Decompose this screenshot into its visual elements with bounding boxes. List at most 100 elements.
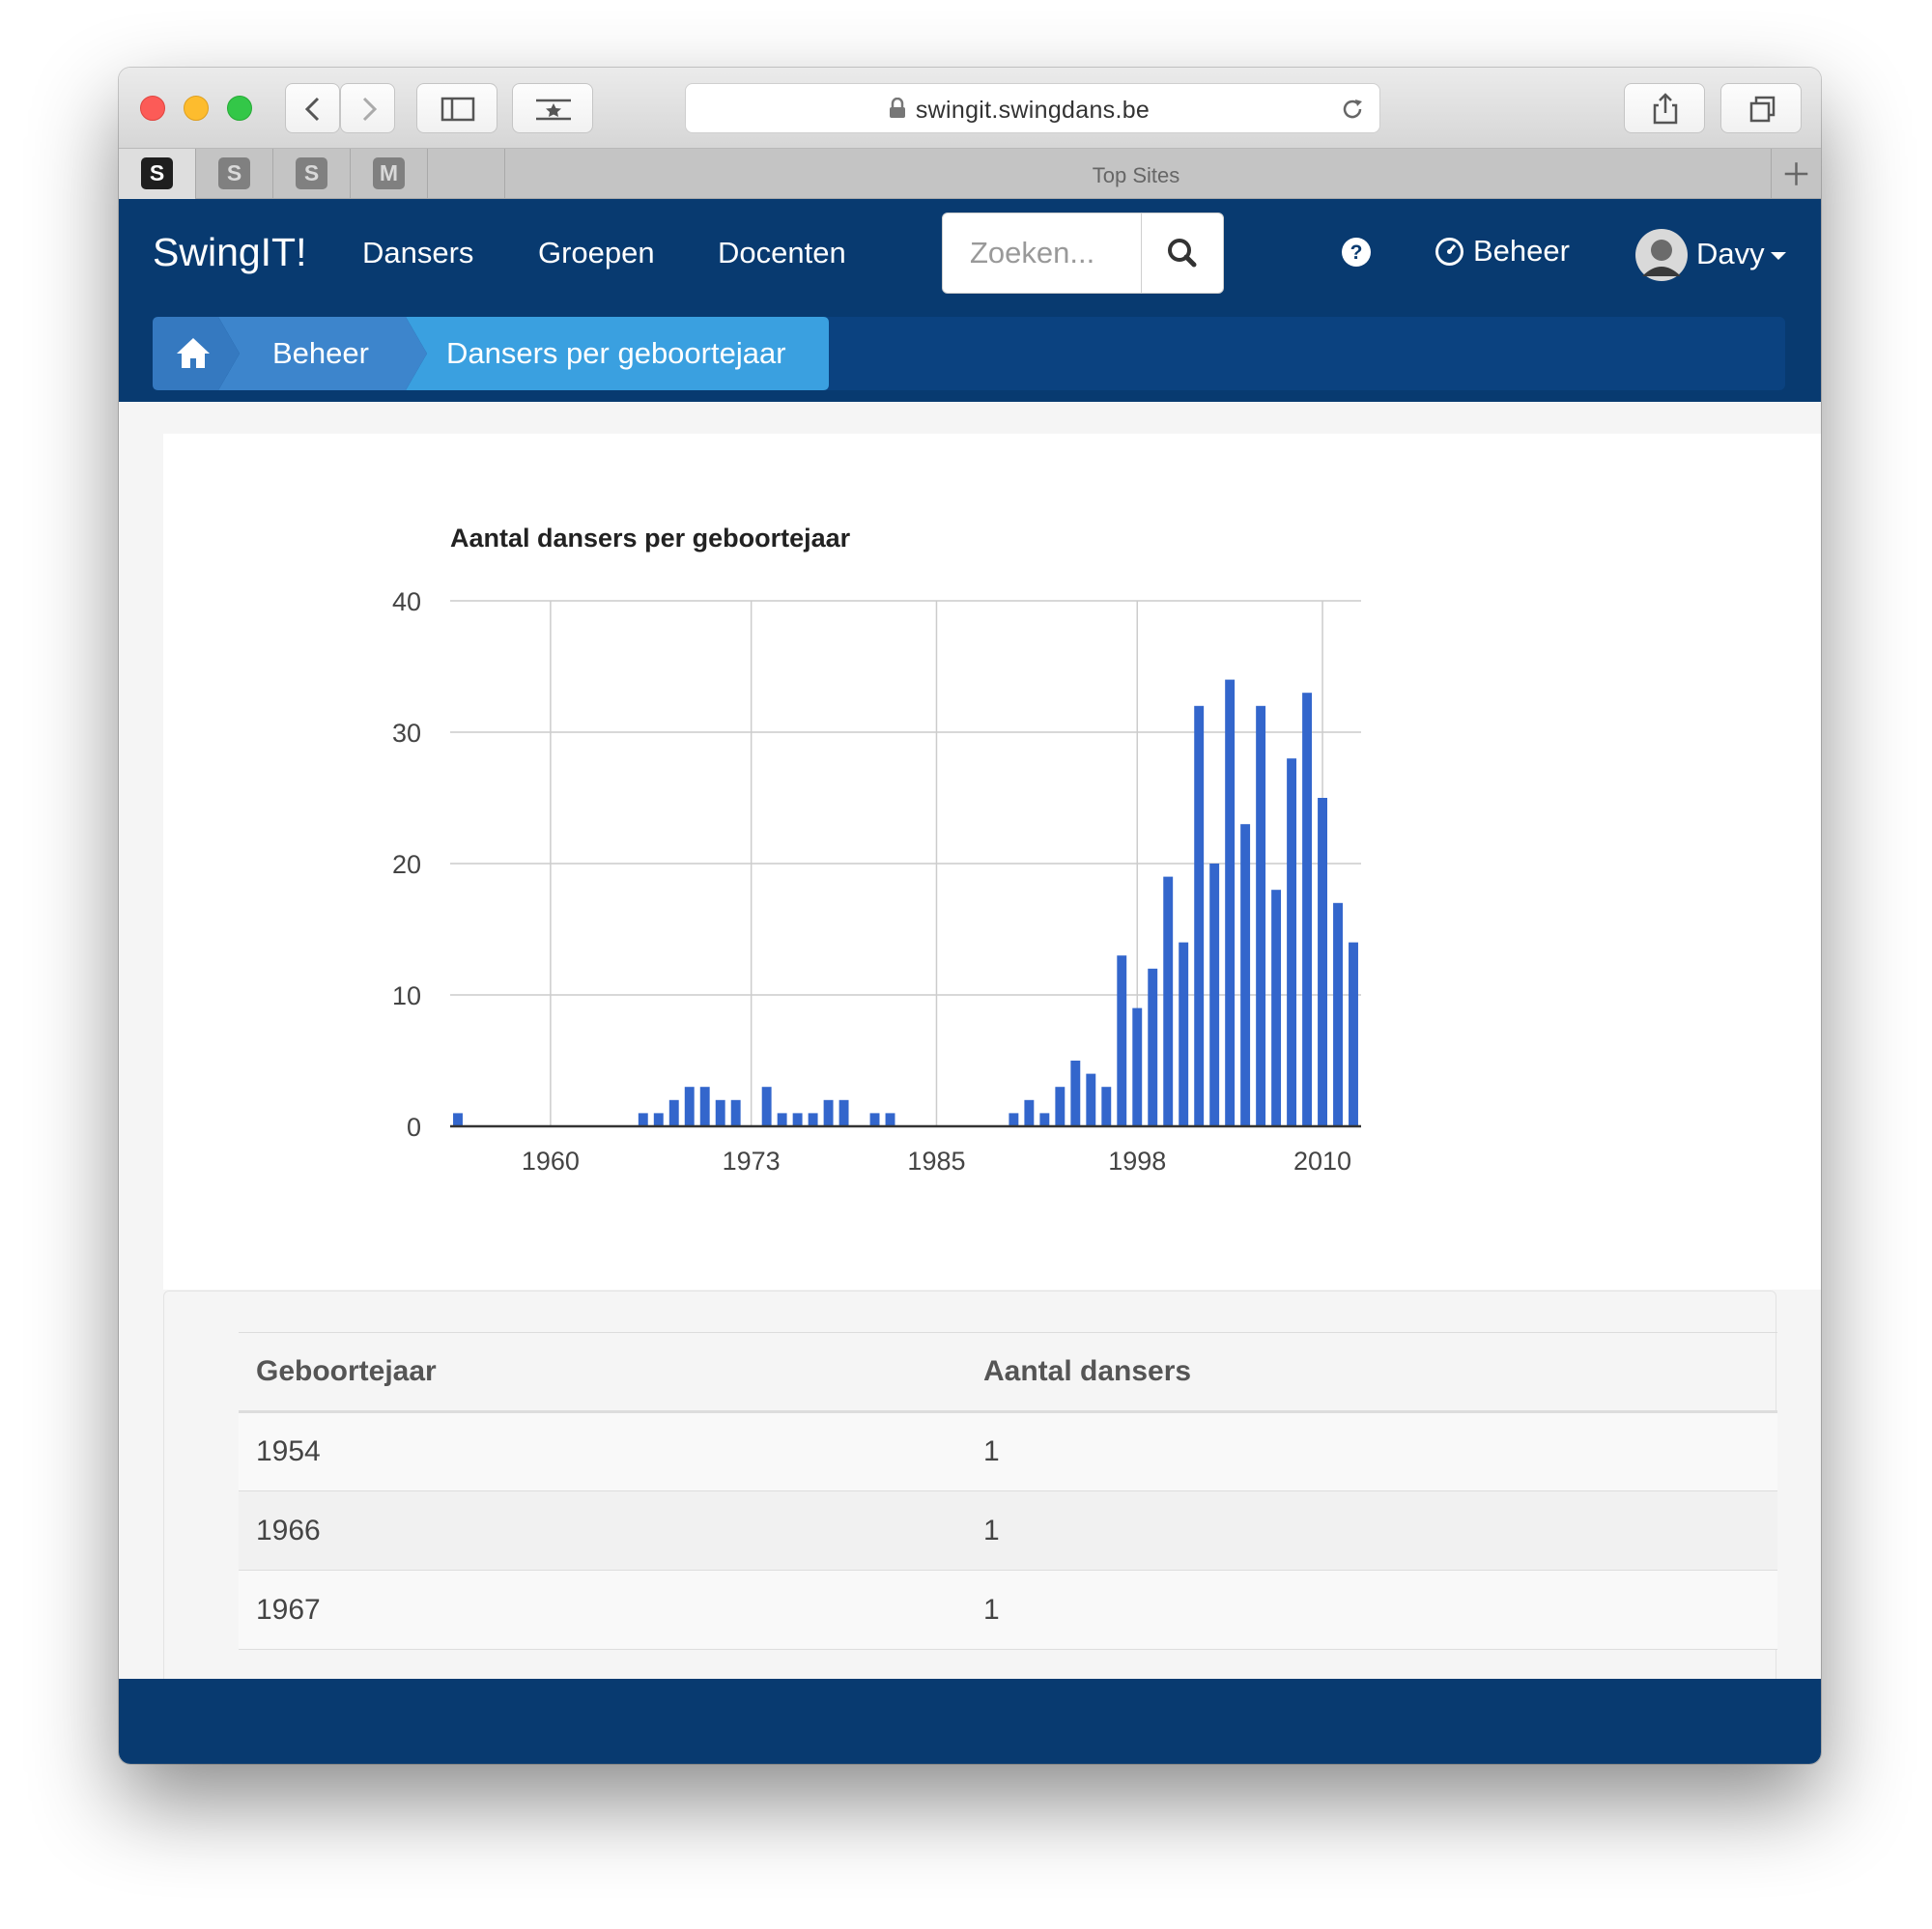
table-header-row: Geboortejaar Aantal dansers: [239, 1332, 1777, 1413]
breadcrumb-item-current: Dansers per geboortejaar: [446, 336, 786, 370]
chart-bar: [1302, 693, 1313, 1126]
search-form: [942, 213, 1224, 294]
close-window-button[interactable]: [140, 96, 165, 121]
nav-beheer-label: Beheer: [1473, 234, 1570, 268]
svg-text:?: ?: [1350, 241, 1363, 264]
help-icon[interactable]: ?: [1341, 237, 1372, 268]
nav-link-groepen[interactable]: Groepen: [538, 236, 655, 270]
share-icon: [1653, 93, 1678, 125]
tabs-overview-button[interactable]: [1720, 83, 1802, 133]
data-table: Geboortejaar Aantal dansers 1954 1 1966 …: [239, 1332, 1777, 1650]
chart-bar: [1179, 942, 1189, 1126]
chart-bar: [1318, 798, 1327, 1126]
chart-bar: [808, 1113, 818, 1126]
chevron-left-icon: [304, 97, 320, 122]
chevron-right-icon: [362, 97, 378, 122]
chart-bar: [653, 1113, 664, 1126]
tab-bar: S S S M Top Sites: [119, 149, 1821, 199]
cell-year: 1954: [239, 1411, 966, 1491]
page-footer: [119, 1679, 1821, 1764]
x-tick-label: 1998: [1108, 1147, 1166, 1176]
reload-icon[interactable]: [1339, 96, 1366, 123]
y-tick-label: 20: [392, 850, 421, 879]
browser-toolbar: swingit.swingdans.be: [119, 68, 1821, 149]
y-tick-label: 30: [392, 719, 421, 748]
bar-chart: Aantal dansers per geboortejaar 0 10 20 30 4…: [392, 524, 1361, 1176]
nav-link-docenten[interactable]: Docenten: [718, 236, 846, 270]
pinned-tab[interactable]: M: [351, 149, 428, 199]
chart-bar: [1009, 1113, 1019, 1126]
chart-bar: [1163, 876, 1174, 1126]
table-row: 1954 1: [239, 1411, 1777, 1491]
pinned-tab[interactable]: S: [273, 149, 351, 199]
user-name: Davy: [1696, 237, 1765, 270]
user-menu[interactable]: Davy: [1634, 228, 1789, 282]
chart-bar: [668, 1099, 679, 1126]
chart-bar: [1225, 679, 1236, 1126]
minimize-window-button[interactable]: [184, 96, 209, 121]
app-navbar: SwingIT! Dansers Groepen Docenten ? Behe…: [119, 199, 1821, 402]
breadcrumb: Beheer Dansers per geboortejaar: [153, 317, 1785, 390]
sidebar-toggle-button[interactable]: [416, 83, 497, 133]
address-bar[interactable]: swingit.swingdans.be: [685, 83, 1380, 133]
top-sites-button[interactable]: [512, 83, 593, 133]
chart-bar: [777, 1113, 787, 1126]
chart-bar: [453, 1113, 463, 1126]
caret-down-icon: [1771, 252, 1786, 260]
chart-bar: [1256, 705, 1266, 1126]
star-icon: [536, 99, 571, 121]
chart-bar: [1240, 824, 1251, 1126]
page-content: Aantal dansers per geboortejaar 0 10 20 30 4…: [119, 402, 1821, 1696]
chart-bar: [761, 1087, 772, 1126]
pinned-tab[interactable]: S: [119, 149, 196, 199]
chart-bar: [1287, 758, 1297, 1126]
nav-link-dansers[interactable]: Dansers: [362, 236, 473, 270]
pinned-tab-label: S: [141, 157, 173, 189]
back-button[interactable]: [285, 83, 340, 133]
chart-bar: [1039, 1113, 1050, 1126]
cell-count: 1: [966, 1490, 1777, 1571]
cell-year: 1966: [239, 1490, 966, 1571]
tab-title[interactable]: Top Sites: [505, 163, 1767, 188]
pinned-tab-label: S: [218, 157, 250, 189]
share-button[interactable]: [1624, 83, 1705, 133]
chart-bar: [1132, 1007, 1143, 1126]
chart-bar: [1086, 1073, 1096, 1126]
chart-bar: [699, 1087, 710, 1126]
browser-window: swingit.swingdans.be S S S M Top Sites S…: [119, 68, 1821, 1764]
chart-bar: [838, 1099, 849, 1126]
cell-count: 1: [966, 1570, 1777, 1650]
chart-bar: [869, 1113, 880, 1126]
chart-bar: [1209, 864, 1220, 1126]
pinned-tab[interactable]: S: [196, 149, 273, 199]
chart-bar: [1055, 1087, 1065, 1126]
search-input[interactable]: [943, 213, 1141, 293]
cell-count: 1: [966, 1411, 1777, 1491]
app-brand[interactable]: SwingIT!: [153, 230, 307, 275]
chart-bar: [1194, 705, 1205, 1126]
chart-bar: [823, 1099, 834, 1126]
chart-bar: [1024, 1099, 1035, 1126]
x-tick-label: 2010: [1293, 1147, 1351, 1176]
new-tab-icon[interactable]: [1771, 149, 1821, 199]
chart-bar: [1349, 942, 1358, 1126]
search-button[interactable]: [1141, 213, 1224, 293]
pinned-tab-label: S: [296, 157, 327, 189]
pinned-tab-label: M: [373, 157, 405, 189]
chart-bar: [1271, 890, 1282, 1126]
zoom-window-button[interactable]: [227, 96, 252, 121]
x-tick-label: 1985: [907, 1147, 965, 1176]
column-header-aantal[interactable]: Aantal dansers: [966, 1332, 1777, 1413]
forward-button[interactable]: [340, 83, 395, 133]
chart-bar: [684, 1087, 695, 1126]
chart-bar: [1070, 1061, 1081, 1126]
chart-bar: [1117, 955, 1127, 1126]
chart-bar: [730, 1099, 741, 1126]
avatar: [1635, 229, 1688, 281]
x-tick-label: 1960: [522, 1147, 580, 1176]
chart-bar: [638, 1113, 648, 1126]
home-icon[interactable]: [174, 334, 213, 373]
breadcrumb-item-beheer[interactable]: Beheer: [272, 336, 369, 371]
column-header-geboortejaar[interactable]: Geboortejaar: [239, 1332, 966, 1413]
pinned-tab-spacer: [428, 149, 505, 199]
